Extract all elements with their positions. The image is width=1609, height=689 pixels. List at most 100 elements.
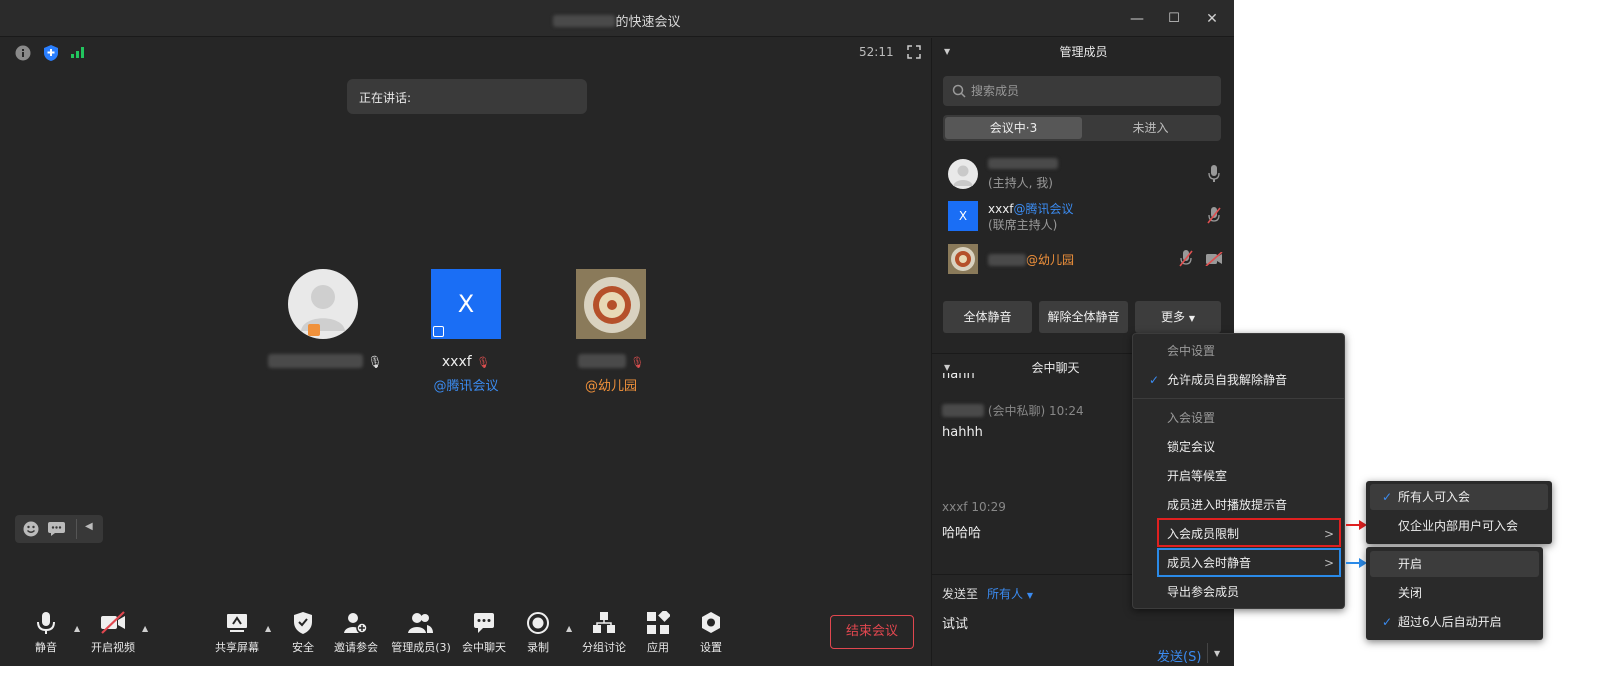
participant-name: xxxf 🎙︎ (411, 354, 521, 370)
menu-header: 会中设置 (1167, 344, 1216, 358)
chevron-down-icon[interactable]: ▼ (1214, 649, 1220, 658)
search-input[interactable]: 搜索成员 (943, 76, 1221, 106)
emoji-icon[interactable] (23, 521, 39, 537)
mute-on-join-submenu: 开启 关闭 ✓ 超过6人后自动开启 (1366, 547, 1543, 640)
member-name: xxxf@腾讯会议 (988, 200, 1074, 217)
breakout-icon (593, 612, 615, 633)
menu-item-export[interactable]: 导出参会成员 (1133, 578, 1344, 606)
chat-meta-text: (会中私聊) 10:24 (987, 404, 1084, 418)
close-button[interactable]: ✕ (1201, 8, 1223, 30)
chevron-up-icon[interactable]: ▲ (566, 624, 572, 633)
tab-in-meeting[interactable]: 会议中·3 (945, 117, 1082, 139)
mic-icon[interactable] (1208, 165, 1220, 182)
chat-button[interactable]: 会中聊天 (454, 604, 514, 655)
participant-tile-xxxf[interactable]: X xxxf 🎙︎ @腾讯会议 (411, 269, 521, 394)
participant-name: 🎙︎ (556, 354, 666, 370)
fullscreen-icon[interactable] (907, 45, 921, 59)
chat-label: 会中聊天 (462, 641, 506, 654)
maximize-button[interactable]: ☐ (1163, 8, 1185, 30)
mic-icon (37, 612, 55, 634)
add-user-icon (344, 613, 368, 634)
member-name-text: xxxf (988, 202, 1014, 216)
breakout-button[interactable]: 分组讨论 (574, 604, 634, 655)
option-auto-over-6[interactable]: ✓ 超过6人后自动开启 (1370, 609, 1539, 635)
chevron-up-icon[interactable]: ▲ (265, 624, 271, 633)
video-label: 开启视频 (91, 641, 135, 654)
members-header[interactable]: ▼ 管理成员 (932, 38, 1235, 66)
meeting-window: 的快速会议 — ☐ ✕ 52:11 正在讲话: 🎙︎ X xxxf 🎙︎ @腾讯… (0, 0, 1235, 666)
chevron-up-icon[interactable]: ▲ (142, 624, 148, 633)
highlight-box-blue (1157, 548, 1341, 577)
manage-members-button[interactable]: 管理成员(3) (388, 604, 454, 655)
tab-not-joined[interactable]: 未进入 (1082, 117, 1219, 139)
end-meeting-button[interactable]: 结束会议 (830, 615, 914, 649)
member-row[interactable]: X xxxf@腾讯会议 (联席主持人) (943, 198, 1228, 234)
person-icon (288, 269, 358, 339)
menu-item-join-sound[interactable]: 成员进入时播放提示音 (1133, 491, 1344, 519)
mic-icon: 🎙︎ (367, 355, 383, 369)
share-screen-button[interactable]: 共享屏幕 (207, 604, 267, 655)
minimize-button[interactable]: — (1126, 8, 1148, 30)
send-to-value: 所有人 (987, 587, 1024, 601)
more-label: 更多 (1161, 310, 1186, 324)
chat-input[interactable]: 试试 (942, 613, 968, 632)
shield-icon[interactable] (43, 44, 59, 62)
member-name: @幼儿园 (988, 251, 1074, 268)
mic-muted-icon: 🎙︎ (476, 356, 491, 369)
mute-button[interactable]: 静音 (16, 604, 76, 655)
collapse-left-icon[interactable]: ◀ (85, 521, 93, 532)
option-on[interactable]: 开启 (1370, 551, 1539, 577)
unmute-all-button[interactable]: 解除全体静音 (1039, 301, 1128, 333)
mute-all-button[interactable]: 全体静音 (943, 301, 1032, 333)
option-off[interactable]: 关闭 (1370, 580, 1539, 606)
menu-item-allow-unmute[interactable]: ✓ 允许成员自我解除静音 (1133, 366, 1344, 394)
chat-title: 会中聊天 (1031, 361, 1080, 375)
video-off-icon (101, 611, 125, 634)
redacted-name (553, 15, 616, 27)
participant-tile-host[interactable]: 🎙︎ (268, 269, 383, 370)
collapse-down-icon[interactable]: ▼ (944, 38, 950, 66)
bottom-toolbar: 静音 ▲ 开启视频 ▲ 共享屏幕 ▲ 安全 邀请参会 管理成员(3) 会中聊天 … (4, 604, 930, 662)
member-avatar: X (948, 201, 978, 231)
mic-muted-icon[interactable] (1179, 250, 1193, 267)
record-button[interactable]: 录制 (508, 604, 568, 655)
settings-button[interactable]: 设置 (681, 604, 741, 655)
member-row[interactable]: @幼儿园 (943, 241, 1228, 277)
send-to-select[interactable]: 所有人 ▼ (987, 585, 1033, 602)
photo-plate-icon (948, 244, 978, 274)
more-button[interactable]: 更多 ▼ (1135, 301, 1221, 333)
info-icon[interactable] (15, 45, 31, 61)
record-icon (527, 612, 549, 634)
invite-label: 邀请参会 (334, 641, 378, 654)
comment-icon[interactable] (48, 522, 65, 536)
member-tabs: 会议中·3 未进入 (943, 115, 1221, 141)
chat-message: 哈哈哈 (942, 526, 982, 541)
video-off-icon[interactable] (1205, 252, 1223, 266)
member-row[interactable]: (主持人, 我) (943, 156, 1228, 192)
check-icon: ✓ (1382, 615, 1393, 629)
video-button[interactable]: 开启视频 (83, 604, 143, 655)
option-everyone[interactable]: ✓ 所有人可入会 (1370, 484, 1548, 510)
divider (1207, 643, 1208, 663)
members-title: 管理成员 (1059, 45, 1108, 59)
menu-header: 入会设置 (1167, 411, 1216, 425)
option-internal-only[interactable]: 仅企业内部用户可入会 (1370, 513, 1548, 539)
option-label: 仅企业内部用户可入会 (1398, 519, 1519, 533)
participant-avatar: X (431, 269, 501, 339)
chevron-up-icon[interactable]: ▲ (74, 624, 80, 633)
option-label: 所有人可入会 (1398, 490, 1471, 504)
menu-item-waiting-room[interactable]: 开启等候室 (1133, 462, 1344, 490)
photo-plate-icon (576, 269, 646, 339)
mic-muted-icon: 🎙︎ (630, 356, 645, 369)
menu-item-lock[interactable]: 锁定会议 (1133, 433, 1344, 461)
apps-button[interactable]: 应用 (628, 604, 688, 655)
participant-tile-kindergarten[interactable]: 🎙︎ @幼儿园 (556, 269, 666, 394)
signal-icon (71, 47, 84, 58)
security-button[interactable]: 安全 (273, 604, 333, 655)
chat-message: hahh (942, 373, 975, 382)
invite-button[interactable]: 邀请参会 (326, 604, 386, 655)
send-button[interactable]: 发送(S) (1157, 646, 1201, 665)
mic-muted-icon[interactable] (1207, 207, 1221, 224)
share-screen-icon (227, 614, 247, 632)
option-label: 关闭 (1398, 586, 1423, 600)
